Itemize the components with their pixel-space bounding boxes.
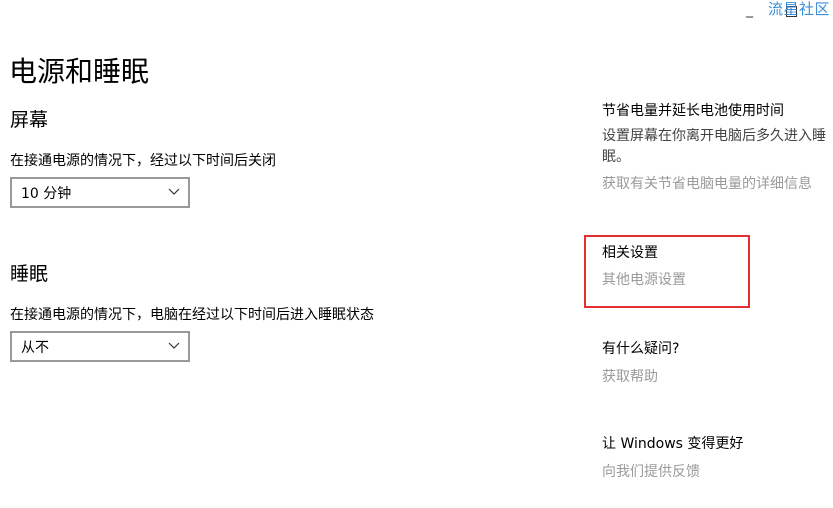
screen-section-title: 屏幕 xyxy=(10,109,49,131)
page-title: 电源和睡眠 xyxy=(9,55,150,88)
screen-timeout-label: 在接通电源的情况下，经过以下时间后关闭 xyxy=(10,153,276,169)
sleep-timeout-label: 在接通电源的情况下，电脑在经过以下时间后进入睡眠状态 xyxy=(10,307,374,323)
chevron-down-icon xyxy=(168,342,180,349)
screen-timeout-value: 10 分钟 xyxy=(21,186,72,202)
minimize-icon[interactable]: _ xyxy=(746,2,753,18)
questions-heading: 有什么疑问? xyxy=(602,341,680,357)
power-saving-heading: 节省电量并延长电池使用时间 xyxy=(602,103,784,119)
sleep-timeout-value: 从不 xyxy=(21,340,49,356)
settings-page: _ 流星社区 电源和睡眠 屏幕 在接通电源的情况下，经过以下时间后关闭 10 分… xyxy=(0,0,833,508)
feedback-link[interactable]: 向我们提供反馈 xyxy=(602,461,700,481)
improve-windows-heading: 让 Windows 变得更好 xyxy=(602,436,744,452)
highlight-annotation-box xyxy=(584,235,750,308)
sleep-timeout-dropdown[interactable]: 从不 xyxy=(10,331,190,362)
screen-timeout-dropdown[interactable]: 10 分钟 xyxy=(10,177,190,208)
watermark-text: 流星社区 xyxy=(768,0,831,18)
chevron-down-icon xyxy=(168,188,180,195)
get-help-link[interactable]: 获取帮助 xyxy=(602,366,658,386)
power-saving-description: 设置屏幕在你离开电脑后多久进入睡眠。 xyxy=(602,128,826,165)
sleep-section-title: 睡眠 xyxy=(10,263,49,285)
power-saving-info-link[interactable]: 获取有关节省电脑电量的详细信息 xyxy=(602,173,812,193)
